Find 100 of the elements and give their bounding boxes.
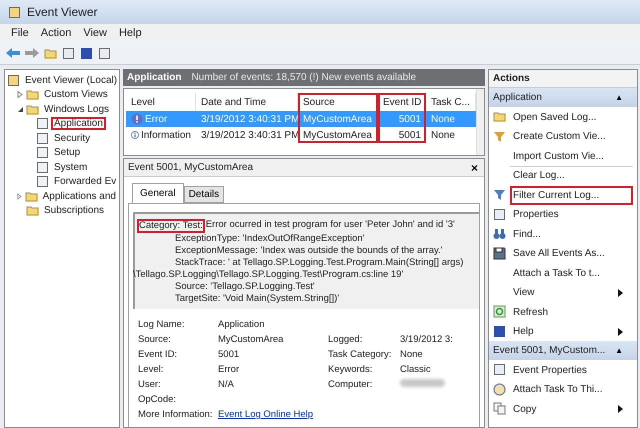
menu-item[interactable]: Help bbox=[114, 26, 147, 40]
folder-icon bbox=[24, 190, 38, 203]
submenu-arrow-icon bbox=[618, 328, 623, 336]
message-text: ExceptionMessage: 'Index was outside the bounds of the array.' bbox=[175, 245, 442, 257]
pane-icon bbox=[62, 46, 75, 60]
submenu-arrow-icon bbox=[618, 405, 623, 414]
log-icon bbox=[36, 175, 49, 188]
property-label: Keywords: bbox=[328, 364, 372, 375]
binoculars-icon bbox=[493, 227, 506, 240]
log-icon bbox=[36, 117, 49, 130]
close-button[interactable]: × bbox=[470, 162, 478, 174]
command-link[interactable]: Clear Log... bbox=[510, 166, 633, 185]
command-link[interactable]: Find... bbox=[510, 224, 633, 244]
table-cell[interactable]: 5001 bbox=[378, 127, 426, 143]
tab[interactable]: Details bbox=[184, 186, 224, 203]
command-link[interactable]: Open Saved Log... bbox=[510, 107, 633, 126]
folder-icon bbox=[26, 102, 39, 116]
back-arrow-icon[interactable] bbox=[6, 47, 20, 59]
property-label: Source: bbox=[138, 334, 171, 345]
collapsed-arrow-icon[interactable] bbox=[17, 91, 24, 98]
folder-icon bbox=[26, 88, 39, 102]
command-link[interactable]: Event Properties bbox=[510, 360, 633, 380]
collapse-toggle[interactable]: ▲ bbox=[615, 346, 623, 355]
tree-item[interactable]: Event Viewer (Local) bbox=[22, 74, 119, 87]
folder-icon bbox=[26, 204, 39, 218]
forward-arrow-icon[interactable] bbox=[25, 47, 39, 59]
expanded-arrow-icon[interactable] bbox=[17, 106, 24, 113]
scrollbar[interactable] bbox=[476, 89, 484, 155]
section-header[interactable]: Event 5001, MyCustom... ▲ bbox=[489, 341, 637, 360]
menu-item[interactable]: File bbox=[6, 26, 34, 40]
property-label: Task Category: bbox=[328, 349, 392, 360]
information-icon bbox=[131, 129, 139, 141]
table-cell[interactable]: Information bbox=[126, 127, 196, 143]
property-label: Log Name: bbox=[138, 319, 184, 330]
menu-item[interactable]: View bbox=[78, 26, 112, 40]
actions-title: Actions bbox=[489, 70, 637, 88]
folder-icon bbox=[493, 110, 506, 124]
collapsed-arrow-icon[interactable] bbox=[17, 192, 23, 200]
collapse-toggle[interactable]: ▲ bbox=[615, 93, 623, 102]
folder-icon bbox=[44, 46, 57, 60]
log-icon bbox=[36, 146, 49, 160]
property-label: OpCode: bbox=[138, 394, 176, 405]
menu-item[interactable]: Action bbox=[36, 26, 76, 40]
property-label: Level: bbox=[138, 364, 164, 375]
property-value: 3/19/2012 3: bbox=[400, 334, 453, 345]
category-label: Category: Test: bbox=[137, 219, 205, 233]
help-link[interactable]: Event Log Online Help bbox=[218, 409, 314, 420]
message-text: ExceptionType: 'IndexOutOfRangeException' bbox=[175, 233, 365, 245]
property-value: 5001 bbox=[218, 349, 240, 360]
command-link[interactable]: Properties bbox=[510, 204, 633, 224]
command-link[interactable]: Help bbox=[510, 322, 633, 341]
command-link[interactable]: Attach Task To Thi... bbox=[510, 380, 633, 399]
property-label: Event ID: bbox=[138, 349, 178, 360]
error-icon bbox=[131, 113, 143, 125]
command-link[interactable]: View bbox=[510, 282, 633, 302]
tree-item[interactable]: Forwarded Ev bbox=[51, 175, 119, 188]
log-title: Application bbox=[127, 72, 182, 83]
table-cell[interactable]: None bbox=[426, 127, 476, 143]
tree-item[interactable]: Setup bbox=[51, 146, 84, 160]
log-icon bbox=[36, 132, 49, 145]
tree-item[interactable]: Security bbox=[51, 132, 94, 145]
command-link[interactable]: Create Custom Vie... bbox=[510, 126, 633, 146]
section-title: Event 5001, MyCustom... bbox=[493, 345, 606, 356]
tree-item[interactable]: Windows Logs bbox=[41, 102, 112, 116]
message-text: \Tellago.SP.Logging\Tellago.SP.Logging.Test\Program.cs:line 19' bbox=[133, 269, 404, 281]
section-header[interactable]: Application ▲ bbox=[489, 88, 637, 107]
table-cell[interactable]: MyCustomArea bbox=[298, 127, 378, 143]
section-title: Application bbox=[493, 92, 542, 103]
tree-item[interactable]: Application bbox=[51, 117, 106, 130]
command-link[interactable]: Attach a Task To t... bbox=[510, 263, 633, 282]
event-title: Event 5001, MyCustomArea bbox=[128, 162, 254, 173]
message-text: Source: 'Tellago.SP.Logging.Test' bbox=[175, 281, 315, 293]
funnel-icon bbox=[493, 130, 506, 143]
property-value: Classic bbox=[400, 364, 431, 375]
refresh-icon bbox=[493, 305, 506, 318]
tab[interactable]: General bbox=[132, 183, 184, 203]
command-link[interactable]: Filter Current Log... bbox=[510, 185, 633, 204]
command-link[interactable]: Refresh bbox=[510, 302, 633, 322]
property-value: None bbox=[400, 349, 423, 360]
window-title: Event Viewer bbox=[27, 5, 98, 19]
message-text: Error ocurred in test program for user 'Peter John' and id '3' bbox=[206, 219, 455, 232]
copy-icon bbox=[493, 402, 506, 416]
tree-item[interactable]: Subscriptions bbox=[41, 204, 108, 218]
app-icon bbox=[8, 6, 21, 18]
log-icon bbox=[7, 74, 20, 87]
command-link[interactable]: Save All Events As... bbox=[510, 244, 633, 263]
tree-item[interactable]: Applications and bbox=[40, 190, 119, 203]
submenu-arrow-icon bbox=[618, 288, 623, 297]
command-link[interactable]: Copy bbox=[510, 399, 633, 418]
message-text: TargetSite: 'Void Main(System.String[])' bbox=[175, 293, 340, 305]
event-count: Number of events: 18,570 (!) New events available bbox=[191, 72, 416, 83]
property-label: Computer: bbox=[328, 379, 372, 390]
tree-item[interactable]: System bbox=[51, 160, 90, 174]
funnel-icon bbox=[493, 188, 506, 202]
property-label: Logged: bbox=[328, 334, 362, 345]
tree-item[interactable]: Custom Views bbox=[41, 88, 111, 102]
property-value: Error bbox=[218, 364, 240, 375]
property-label: User: bbox=[138, 379, 161, 390]
command-link[interactable]: Import Custom Vie... bbox=[510, 146, 633, 166]
log-icon bbox=[36, 160, 49, 174]
